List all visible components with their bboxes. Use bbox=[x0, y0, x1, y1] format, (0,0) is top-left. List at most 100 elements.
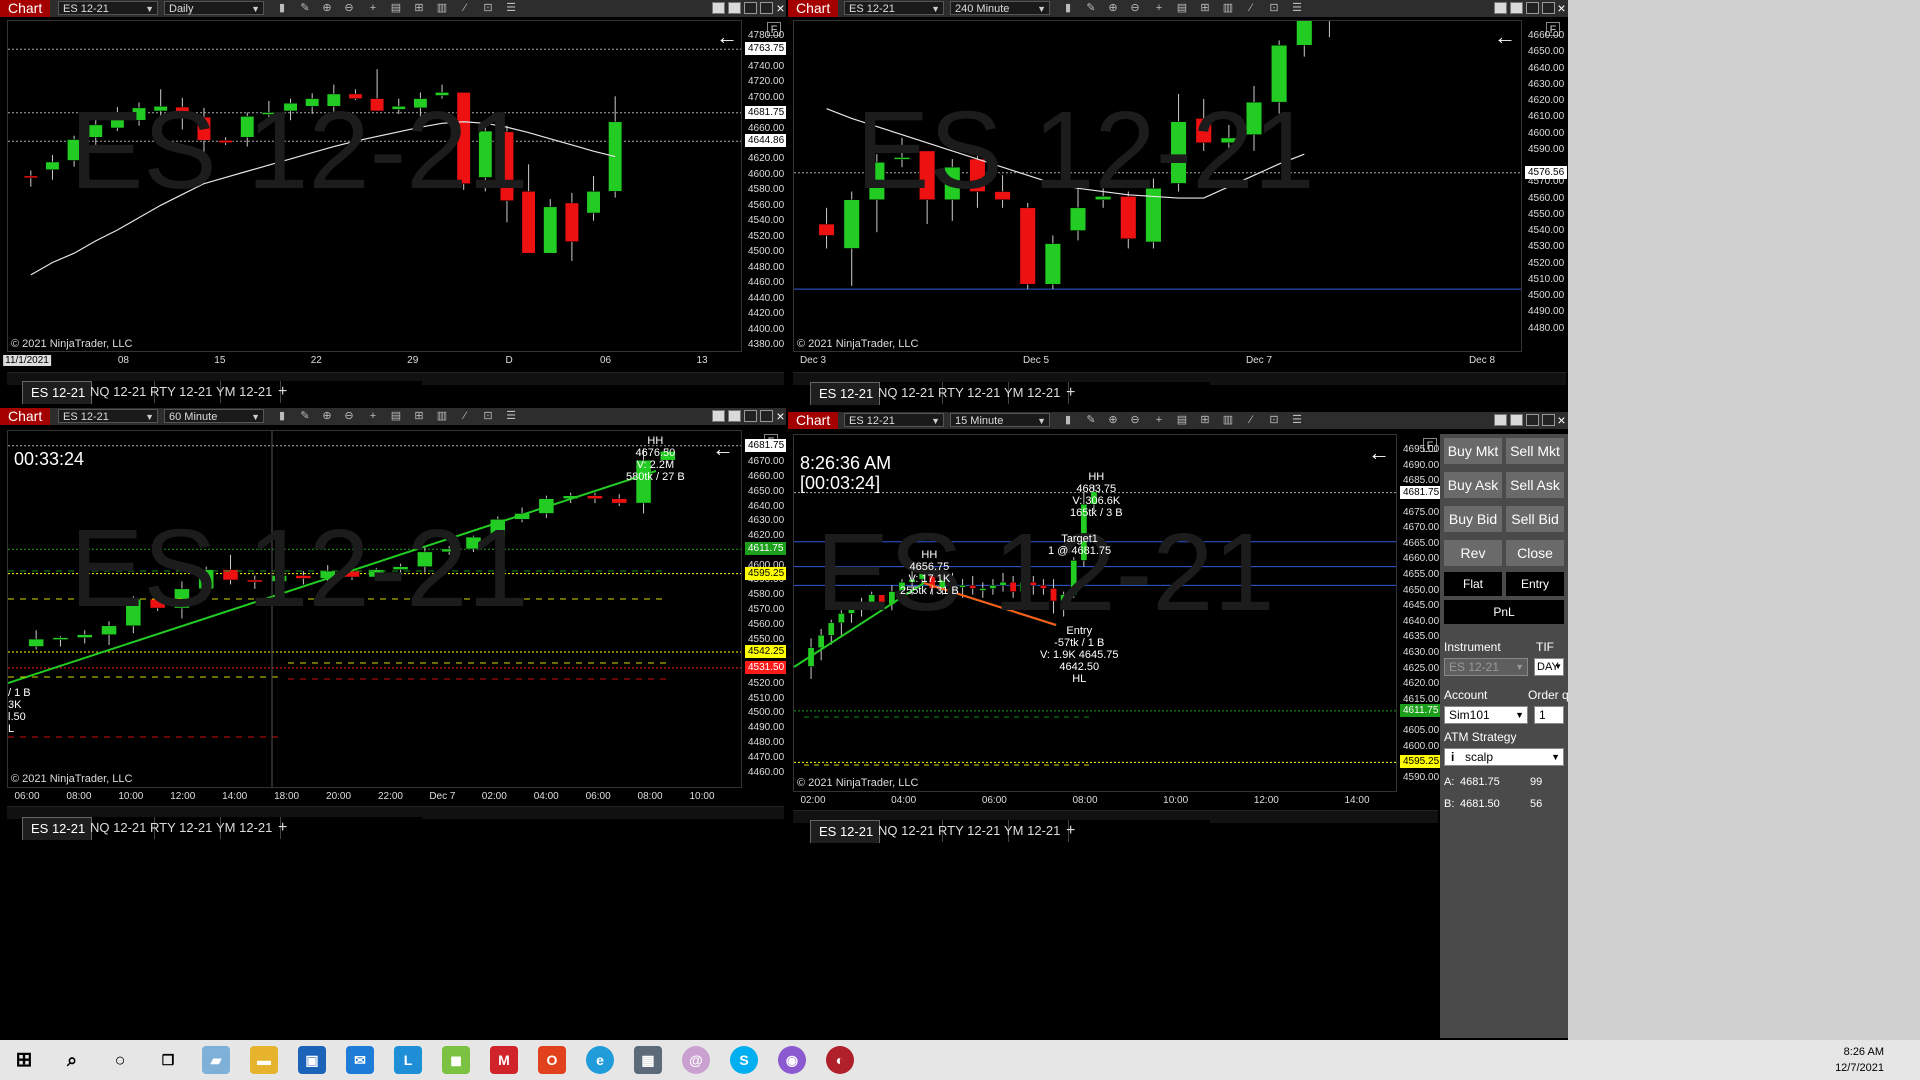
minimize-button[interactable] bbox=[744, 410, 757, 422]
period-selector[interactable]: 240 Minute ▼ bbox=[950, 1, 1050, 15]
app-swirl-icon[interactable]: @ bbox=[682, 1046, 710, 1074]
mail-icon[interactable]: ✉ bbox=[346, 1046, 374, 1074]
cortana-icon[interactable]: ○ bbox=[106, 1046, 134, 1074]
hotkey-icon[interactable]: ⊞ bbox=[1198, 2, 1212, 15]
tile-button-2[interactable] bbox=[728, 410, 741, 422]
skype-icon[interactable]: S bbox=[730, 1046, 758, 1074]
order-qty-stepper[interactable]: 1 bbox=[1534, 706, 1564, 724]
drawing-tool-icon[interactable]: ✎ bbox=[298, 2, 312, 15]
task-view-icon[interactable]: ❐ bbox=[154, 1046, 182, 1074]
templates-icon[interactable]: ⊡ bbox=[481, 2, 495, 15]
buy-ask-button[interactable]: Buy Ask bbox=[1444, 472, 1502, 498]
crosshair-icon[interactable]: + bbox=[1152, 2, 1166, 15]
indicators-icon[interactable]: ▥ bbox=[1221, 2, 1235, 15]
time-axis[interactable]: 06:00 08:00 10:00 12:00 14:00 18:00 20:00 22:00… bbox=[7, 788, 742, 806]
buy-market-button[interactable]: Buy Mkt bbox=[1444, 438, 1502, 464]
period-selector[interactable]: 60 Minute ▼ bbox=[164, 409, 264, 423]
add-tab-button[interactable]: + bbox=[270, 817, 295, 839]
tif-selector[interactable]: DAY ▼ bbox=[1534, 658, 1564, 676]
instrument-selector[interactable]: ES 12-21 ▼ bbox=[844, 413, 944, 427]
close-icon[interactable]: × bbox=[773, 1, 788, 16]
add-tab-button[interactable]: + bbox=[1058, 382, 1083, 404]
tile-button[interactable] bbox=[712, 410, 725, 422]
close-icon[interactable]: × bbox=[773, 409, 788, 424]
maximize-button[interactable] bbox=[760, 410, 773, 422]
indicators-icon[interactable]: ▥ bbox=[435, 410, 449, 423]
taskbar-clock[interactable]: 8:26 AM 12/7/2021 bbox=[1784, 1044, 1884, 1076]
arrow-left-icon[interactable]: ← bbox=[1368, 440, 1390, 466]
instrument-selector[interactable]: ES 12-21 ▼ bbox=[58, 409, 158, 423]
strategies-icon[interactable]: ⁄ bbox=[1244, 2, 1258, 15]
crosshair-icon[interactable]: + bbox=[366, 410, 380, 423]
app-green-icon[interactable]: ◼ bbox=[442, 1046, 470, 1074]
period-selector[interactable]: Daily ▼ bbox=[164, 1, 264, 15]
zoom-in-icon[interactable]: ⊕ bbox=[1106, 414, 1120, 427]
arrow-left-icon[interactable]: ← bbox=[716, 24, 738, 50]
zoom-in-icon[interactable]: ⊕ bbox=[320, 2, 334, 15]
drawing-tool-icon[interactable]: ✎ bbox=[1084, 414, 1098, 427]
indicators-icon[interactable]: ▥ bbox=[435, 2, 449, 15]
tile-button-2[interactable] bbox=[1510, 2, 1523, 14]
list-icon[interactable]: ☰ bbox=[1290, 2, 1304, 15]
price-panel[interactable]: ES 12-21 00:33:24 HH 4676.50 V: 2.2M 580… bbox=[7, 430, 742, 788]
app-icon[interactable]: ▰ bbox=[202, 1046, 230, 1074]
arrow-left-icon[interactable]: ← bbox=[1494, 24, 1516, 50]
drawing-tool-icon[interactable]: ✎ bbox=[1084, 2, 1098, 15]
period-selector[interactable]: 15 Minute ▼ bbox=[950, 413, 1050, 427]
price-axis[interactable]: 4660.00 4650.00 4640.00 4630.00 4620.00 4610.… bbox=[1522, 20, 1568, 352]
add-tab-button[interactable]: + bbox=[1058, 820, 1083, 842]
strategies-icon[interactable]: ⁄ bbox=[1244, 414, 1258, 427]
list-icon[interactable]: ☰ bbox=[504, 410, 518, 423]
instrument-selector[interactable]: ES 12-21 ▼ bbox=[1444, 658, 1528, 676]
chart-menu-button[interactable]: Chart bbox=[788, 0, 839, 17]
bar-type-icon[interactable]: ▮ bbox=[275, 410, 289, 423]
minimize-button[interactable] bbox=[744, 2, 757, 14]
drawing-tool-icon[interactable]: ✎ bbox=[298, 410, 312, 423]
tile-button[interactable] bbox=[712, 2, 725, 14]
close-position-button[interactable]: Close bbox=[1506, 540, 1564, 566]
sell-ask-button[interactable]: Sell Ask bbox=[1506, 472, 1564, 498]
strategies-icon[interactable]: ⁄ bbox=[458, 410, 472, 423]
store-icon[interactable]: ▣ bbox=[298, 1046, 326, 1074]
crosshair-icon[interactable]: + bbox=[366, 2, 380, 15]
buy-bid-button[interactable]: Buy Bid bbox=[1444, 506, 1502, 532]
sell-market-button[interactable]: Sell Mkt bbox=[1506, 438, 1564, 464]
office-icon[interactable]: O bbox=[538, 1046, 566, 1074]
app-game-icon[interactable]: ◉ bbox=[778, 1046, 806, 1074]
chart-menu-button[interactable]: Chart bbox=[0, 0, 51, 17]
minimize-button[interactable] bbox=[1526, 2, 1539, 14]
price-panel[interactable]: ES 12-21 © 2021 NinjaTrader, LLC bbox=[793, 20, 1522, 352]
search-icon[interactable]: ⌕ bbox=[58, 1046, 86, 1074]
chart-menu-button[interactable]: Chart bbox=[788, 412, 839, 429]
properties-icon[interactable]: ▤ bbox=[1175, 414, 1189, 427]
indicators-icon[interactable]: ▥ bbox=[1221, 414, 1235, 427]
time-axis[interactable]: 11/1/2021 08 15 22 29 D 06 13 bbox=[3, 352, 742, 372]
instrument-selector[interactable]: ES 12-21 ▼ bbox=[58, 1, 158, 15]
time-axis[interactable]: Dec 3 Dec 5 Dec 7 Dec 8 bbox=[793, 352, 1522, 372]
file-explorer-icon[interactable]: ▬ bbox=[250, 1046, 278, 1074]
price-axis[interactable]: 4695.00 4690.00 4685.00 4675.00 4670.00 4665.… bbox=[1397, 434, 1441, 792]
arrow-left-icon[interactable]: ← bbox=[712, 436, 734, 462]
list-icon[interactable]: ☰ bbox=[1290, 414, 1304, 427]
instrument-selector[interactable]: ES 12-21 ▼ bbox=[844, 1, 944, 15]
list-icon[interactable]: ☰ bbox=[504, 2, 518, 15]
close-icon[interactable]: × bbox=[1554, 1, 1569, 16]
time-axis[interactable]: 02:00 04:00 06:00 08:00 10:00 12:00 14:00 bbox=[793, 792, 1397, 810]
windows-start-icon[interactable]: ⊞ bbox=[10, 1046, 38, 1074]
templates-icon[interactable]: ⊡ bbox=[1267, 2, 1281, 15]
strategies-icon[interactable]: ⁄ bbox=[458, 2, 472, 15]
tile-button[interactable] bbox=[1494, 414, 1507, 426]
atm-strategy-selector[interactable]: i scalp ▼ bbox=[1444, 748, 1564, 766]
price-axis[interactable]: 4670.00 4660.00 4650.00 4640.00 4630.00 4620.… bbox=[742, 430, 786, 788]
account-selector[interactable]: Sim101 ▼ bbox=[1444, 706, 1528, 724]
minimize-button[interactable] bbox=[1526, 414, 1539, 426]
templates-icon[interactable]: ⊡ bbox=[1267, 414, 1281, 427]
zoom-out-icon[interactable]: ⊖ bbox=[1128, 2, 1142, 15]
bar-type-icon[interactable]: ▮ bbox=[1061, 2, 1075, 15]
maximize-button[interactable] bbox=[760, 2, 773, 14]
properties-icon[interactable]: ▤ bbox=[1175, 2, 1189, 15]
reverse-button[interactable]: Rev bbox=[1444, 540, 1502, 566]
calculator-icon[interactable]: ▦ bbox=[634, 1046, 662, 1074]
zoom-in-icon[interactable]: ⊕ bbox=[1106, 2, 1120, 15]
properties-icon[interactable]: ▤ bbox=[389, 410, 403, 423]
